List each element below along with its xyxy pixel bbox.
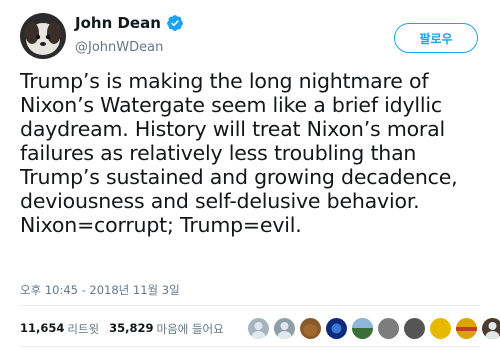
avatar-poop-emoji-icon[interactable] xyxy=(300,318,321,339)
avatar-yellow-red-icon[interactable] xyxy=(456,318,477,339)
avatar-default-icon[interactable] xyxy=(248,318,269,339)
author-name[interactable]: John Dean xyxy=(75,14,161,32)
follow-button[interactable]: 팔로우 xyxy=(394,23,478,53)
avatar-yellow-icon[interactable] xyxy=(430,318,451,339)
avatar-photo-icon[interactable] xyxy=(378,318,399,339)
author-name-row[interactable]: John Dean xyxy=(75,14,184,32)
author-handle[interactable]: @JohnWDean xyxy=(75,40,163,55)
tweet-stats: 11,654 리트윗 35,829 마음에 들어요 xyxy=(20,321,224,337)
retweets-label: 리트윗 xyxy=(67,322,100,336)
likes-stat[interactable]: 35,829 마음에 들어요 xyxy=(109,321,224,337)
avatar-photo-icon[interactable] xyxy=(404,318,425,339)
liker-avatars xyxy=(248,318,500,339)
divider xyxy=(20,346,480,347)
avatar-blue-abstract-icon[interactable] xyxy=(326,318,347,339)
divider xyxy=(20,305,480,306)
avatar-landscape-icon[interactable] xyxy=(352,318,373,339)
retweets-count: 11,654 xyxy=(20,321,65,335)
avatar-default-icon[interactable] xyxy=(274,318,295,339)
retweets-stat[interactable]: 11,654 리트윗 xyxy=(20,321,99,337)
tweet-text: Trump’s is making the long nightmare of … xyxy=(20,69,458,237)
avatar[interactable] xyxy=(20,13,66,59)
avatar-person-icon[interactable] xyxy=(482,318,500,339)
tweet-timestamp[interactable]: 오후 10:45 - 2018년 11월 3일 xyxy=(20,282,180,298)
likes-count: 35,829 xyxy=(109,321,154,335)
likes-label: 마음에 들어요 xyxy=(156,322,224,336)
verified-badge-icon xyxy=(167,15,183,31)
